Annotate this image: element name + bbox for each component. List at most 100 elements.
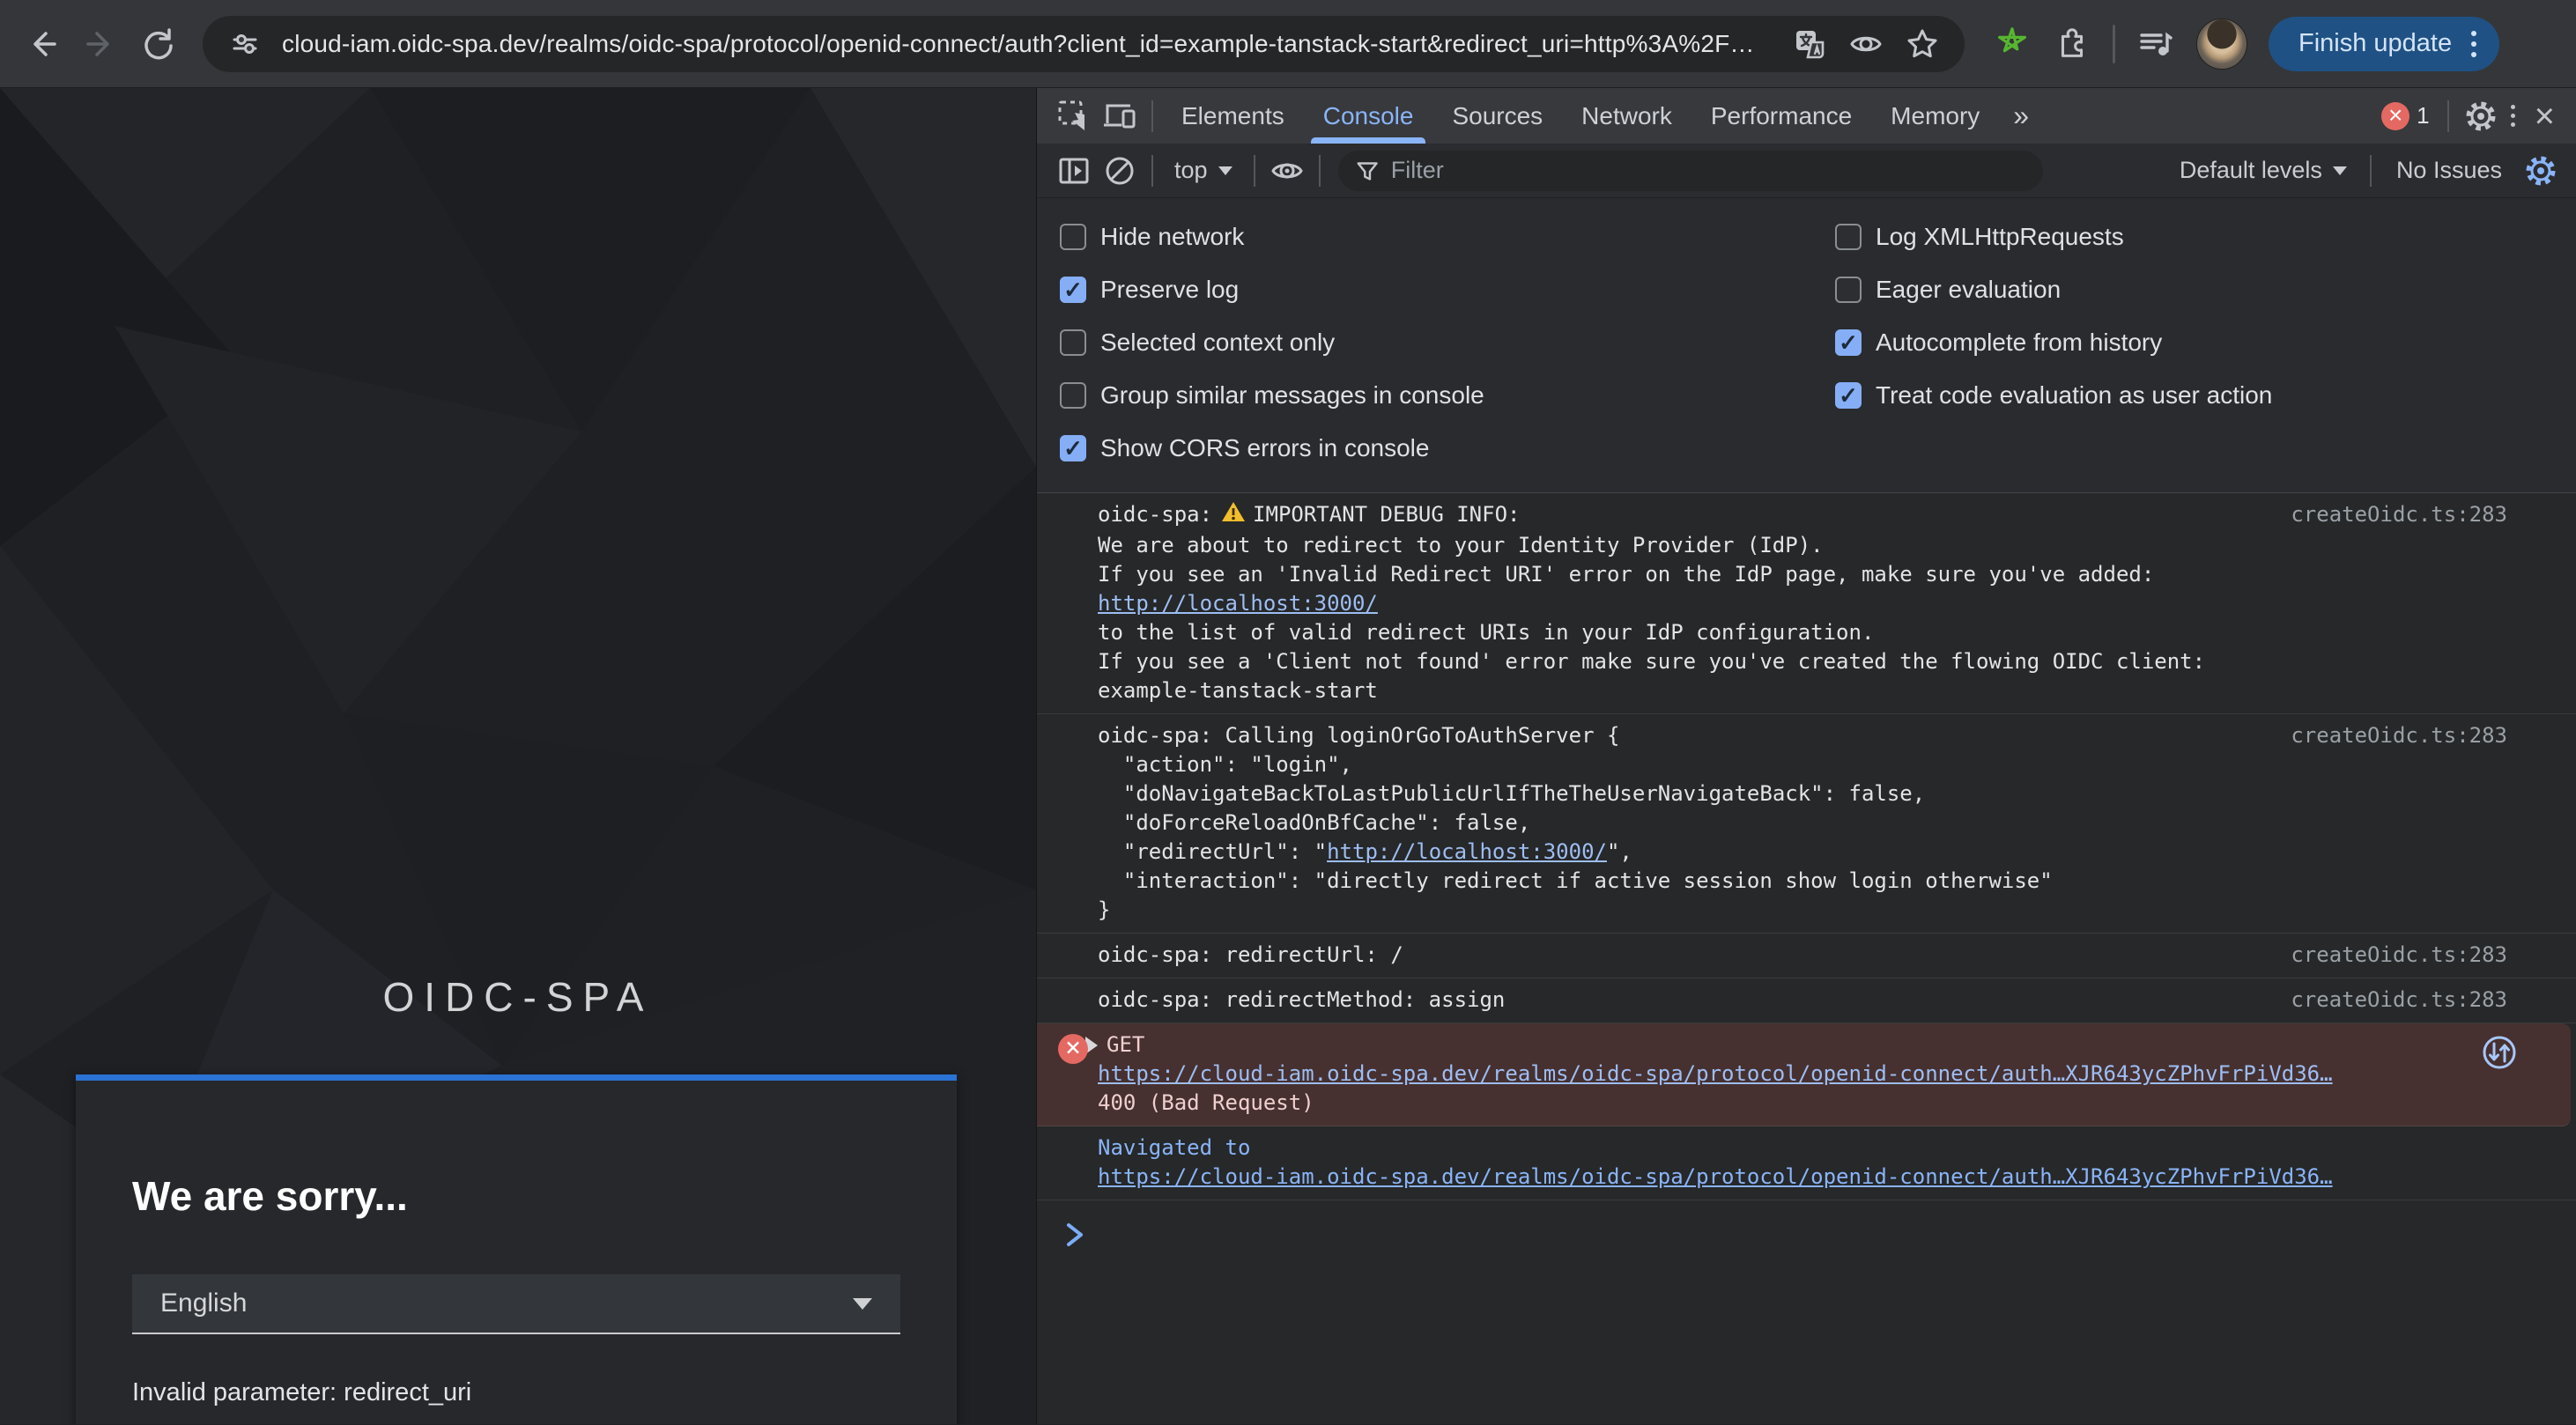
checkbox-icon[interactable]: [1060, 277, 1086, 303]
browser-window: cloud-iam.oidc-spa.dev/realms/oidc-spa/p…: [0, 0, 2576, 1425]
source-link[interactable]: createOidc.ts:283: [2291, 986, 2507, 1015]
finish-update-menu-icon[interactable]: [2471, 31, 2476, 57]
checkbox-eager-evaluation[interactable]: Eager evaluation: [1835, 263, 2576, 316]
translate-icon[interactable]: [1790, 25, 1829, 63]
context-selector[interactable]: top: [1162, 157, 1245, 184]
checkbox-icon[interactable]: [1060, 435, 1086, 461]
keycloak-error-page: OIDC-SPA We are sorry... English Invalid…: [0, 88, 1036, 1424]
prompt-chevron-icon: [1062, 1220, 1088, 1250]
console-prompt[interactable]: [1037, 1200, 2576, 1250]
chevron-down-icon: [2333, 166, 2347, 175]
issues-counter[interactable]: No Issues: [2380, 157, 2518, 184]
source-link[interactable]: createOidc.ts:283: [2291, 941, 2507, 970]
error-message: Invalid parameter: redirect_uri: [132, 1378, 900, 1407]
console-toolbar: top Default levels No Issues: [1037, 144, 2576, 198]
extensions-area: Finish update: [1993, 17, 2499, 71]
console-error-400[interactable]: GET https://cloud-iam.oidc-spa.dev/realm…: [1037, 1023, 2571, 1126]
media-controls-icon[interactable]: [2136, 25, 2175, 63]
context-value: top: [1174, 157, 1208, 184]
preview-eye-icon[interactable]: [1847, 25, 1885, 63]
inspect-element-icon[interactable]: [1051, 93, 1097, 139]
chevron-down-icon: [853, 1298, 872, 1310]
source-link[interactable]: createOidc.ts:283: [2291, 721, 2507, 750]
console-sidebar-icon[interactable]: [1051, 148, 1097, 194]
error-card-title: We are sorry...: [132, 1172, 900, 1220]
divider: [2447, 100, 2449, 132]
checkbox-icon[interactable]: [1060, 329, 1086, 356]
forward-button[interactable]: [78, 21, 123, 67]
console-settings-gear-icon[interactable]: [2518, 148, 2564, 194]
green-star-extension-icon[interactable]: [1993, 25, 2032, 63]
site-settings-icon[interactable]: [226, 25, 264, 63]
filter-funnel-icon: [1354, 157, 1381, 185]
checkbox-autocomplete-history[interactable]: Autocomplete from history: [1835, 316, 2576, 369]
checkbox-group-similar[interactable]: Group similar messages in console: [1060, 369, 1835, 422]
extension-puzzle-icon[interactable]: [2053, 25, 2091, 63]
toolbar-divider: [2113, 25, 2115, 63]
checkbox-icon[interactable]: [1835, 277, 1862, 303]
language-select[interactable]: English: [132, 1274, 900, 1334]
devtools-close-icon[interactable]: ×: [2522, 99, 2567, 134]
tab-elements[interactable]: Elements: [1162, 88, 1304, 144]
checkbox-icon[interactable]: [1060, 382, 1086, 409]
checkbox-icon[interactable]: [1060, 224, 1086, 250]
divider: [1254, 155, 1255, 187]
checkbox-icon[interactable]: [1835, 224, 1862, 250]
log-levels-value: Default levels: [2180, 157, 2322, 184]
divider: [1319, 155, 1321, 187]
browser-toolbar: cloud-iam.oidc-spa.dev/realms/oidc-spa/p…: [0, 0, 2576, 88]
checkbox-log-xmlhttprequests[interactable]: Log XMLHttpRequests: [1835, 210, 2576, 263]
devtools-settings-gear-icon[interactable]: [2458, 93, 2504, 139]
console-settings-pane: Hide network Preserve log Selected conte…: [1037, 198, 2576, 493]
filter-input[interactable]: [1391, 157, 2027, 184]
navigated-url-link[interactable]: https://cloud-iam.oidc-spa.dev/realms/oi…: [1098, 1164, 2333, 1189]
reload-button[interactable]: [136, 21, 181, 67]
request-url-link[interactable]: https://cloud-iam.oidc-spa.dev/realms/oi…: [1098, 1061, 2333, 1086]
log-levels-selector[interactable]: Default levels: [2165, 157, 2361, 184]
tab-performance[interactable]: Performance: [1691, 88, 1871, 144]
error-icon: [1058, 1034, 1088, 1064]
checkbox-icon[interactable]: [1835, 329, 1862, 356]
console-message-login-call: createOidc.ts:283 oidc-spa: Calling logi…: [1037, 714, 2576, 934]
url-text[interactable]: cloud-iam.oidc-spa.dev/realms/oidc-spa/p…: [282, 30, 1773, 58]
device-toolbar-icon[interactable]: [1097, 93, 1143, 139]
checkbox-selected-context-only[interactable]: Selected context only: [1060, 316, 1835, 369]
live-expression-eye-icon[interactable]: [1264, 148, 1310, 194]
finish-update-button[interactable]: Finish update: [2269, 17, 2499, 71]
error-count-badge[interactable]: 1: [2372, 102, 2438, 130]
open-in-network-icon[interactable]: [2481, 1034, 2518, 1076]
checkbox-hide-network[interactable]: Hide network: [1060, 210, 1835, 263]
address-bar[interactable]: cloud-iam.oidc-spa.dev/realms/oidc-spa/p…: [203, 16, 1965, 72]
divider: [1151, 100, 1153, 132]
checkbox-icon[interactable]: [1835, 382, 1862, 409]
localhost-link[interactable]: http://localhost:3000/: [1327, 839, 1607, 864]
console-message-navigated: Navigated to https://cloud-iam.oidc-spa.…: [1037, 1126, 2576, 1200]
language-select-value: English: [160, 1288, 853, 1318]
warning-icon: [1221, 500, 1246, 531]
chevron-down-icon: [1218, 166, 1232, 175]
bookmark-star-icon[interactable]: [1903, 25, 1942, 63]
console-messages: createOidc.ts:283 oidc-spa:IMPORTANT DEB…: [1037, 493, 2576, 1424]
page-title: OIDC-SPA: [78, 973, 959, 1021]
profile-avatar[interactable]: [2196, 18, 2247, 70]
tab-sources[interactable]: Sources: [1432, 88, 1562, 144]
tab-memory[interactable]: Memory: [1871, 88, 1999, 144]
error-icon: [2381, 102, 2409, 130]
back-button[interactable]: [19, 21, 65, 67]
devtools-menu-icon[interactable]: [2504, 105, 2522, 127]
checkbox-treat-code-eval[interactable]: Treat code evaluation as user action: [1835, 369, 2576, 422]
tab-network[interactable]: Network: [1562, 88, 1691, 144]
console-filter[interactable]: [1338, 151, 2043, 191]
localhost-link[interactable]: http://localhost:3000/: [1098, 591, 1378, 616]
divider: [1151, 155, 1153, 187]
clear-console-icon[interactable]: [1097, 148, 1143, 194]
console-message-redirect-method: createOidc.ts:283 oidc-spa: redirectMeth…: [1037, 978, 2576, 1023]
checkbox-preserve-log[interactable]: Preserve log: [1060, 263, 1835, 316]
tab-console[interactable]: Console: [1304, 88, 1433, 144]
checkbox-show-cors-errors[interactable]: Show CORS errors in console: [1060, 422, 1835, 475]
finish-update-label: Finish update: [2298, 29, 2452, 58]
error-card: We are sorry... English Invalid paramete…: [76, 1074, 957, 1424]
console-message-redirect-url: createOidc.ts:283 oidc-spa: redirectUrl:…: [1037, 934, 2576, 978]
source-link[interactable]: createOidc.ts:283: [2291, 500, 2507, 529]
more-tabs-icon[interactable]: »: [1999, 100, 2043, 132]
